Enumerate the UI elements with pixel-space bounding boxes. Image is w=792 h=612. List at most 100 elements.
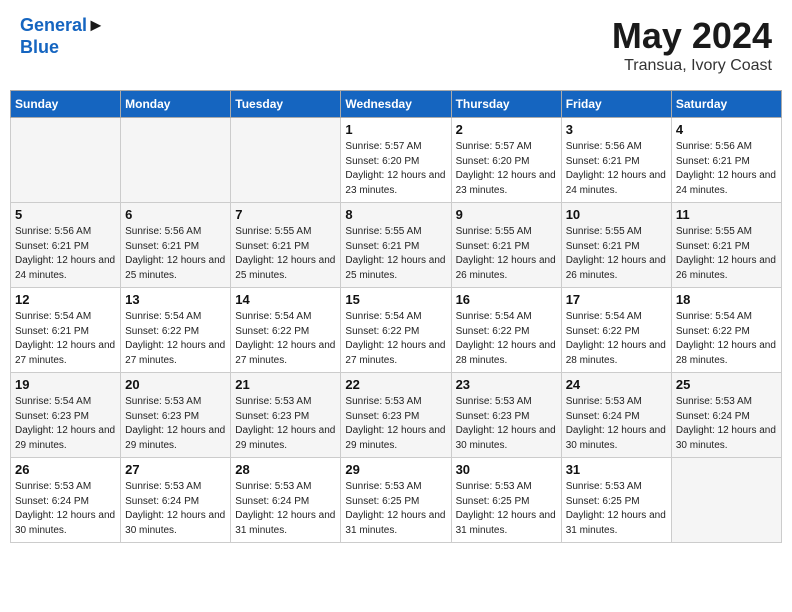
day-info: Sunrise: 5:53 AMSunset: 6:24 PMDaylight:…: [566, 395, 667, 453]
day-number: 31: [566, 462, 667, 477]
calendar-cell: 29 Sunrise: 5:53 AMSunset: 6:25 PMDayligh…: [341, 458, 451, 543]
calendar-cell: 4 Sunrise: 5:56 AMSunset: 6:21 PMDaylight…: [671, 118, 781, 203]
day-number: 24: [566, 377, 667, 392]
calendar-table: SundayMondayTuesdayWednesdayThursdayFrid…: [10, 90, 782, 543]
day-info: Sunrise: 5:54 AMSunset: 6:22 PMDaylight:…: [125, 310, 226, 368]
day-info: Sunrise: 5:56 AMSunset: 6:21 PMDaylight:…: [676, 140, 777, 198]
day-number: 2: [456, 122, 557, 137]
calendar-cell: 8 Sunrise: 5:55 AMSunset: 6:21 PMDaylight…: [341, 203, 451, 288]
calendar-header-row: SundayMondayTuesdayWednesdayThursdayFrid…: [11, 91, 782, 118]
calendar-week-row: 5 Sunrise: 5:56 AMSunset: 6:21 PMDaylight…: [11, 203, 782, 288]
calendar-cell: 12Sunrise: 5:54 AMSunset: 6:21 PMDayligh…: [11, 288, 121, 373]
logo-text: General► Blue: [20, 15, 105, 58]
day-number: 5: [15, 207, 116, 222]
calendar-cell: 6 Sunrise: 5:56 AMSunset: 6:21 PMDaylight…: [121, 203, 231, 288]
calendar-week-row: 12Sunrise: 5:54 AMSunset: 6:21 PMDayligh…: [11, 288, 782, 373]
day-info: Sunrise: 5:55 AMSunset: 6:21 PMDaylight:…: [456, 225, 557, 283]
calendar-cell: 24 Sunrise: 5:53 AMSunset: 6:24 PMDayligh…: [561, 373, 671, 458]
calendar-cell: 1Sunrise: 5:57 AMSunset: 6:20 PMDaylight…: [341, 118, 451, 203]
column-header-monday: Monday: [121, 91, 231, 118]
day-number: 14: [235, 292, 336, 307]
calendar-week-row: 1Sunrise: 5:57 AMSunset: 6:20 PMDaylight…: [11, 118, 782, 203]
day-info: Sunrise: 5:56 AMSunset: 6:21 PMDaylight:…: [566, 140, 667, 198]
calendar-cell: 16 Sunrise: 5:54 AMSunset: 6:22 PMDayligh…: [451, 288, 561, 373]
calendar-cell: 30 Sunrise: 5:53 AMSunset: 6:25 PMDayligh…: [451, 458, 561, 543]
calendar-cell: 10Sunrise: 5:55 AMSunset: 6:21 PMDayligh…: [561, 203, 671, 288]
day-info: Sunrise: 5:53 AMSunset: 6:24 PMDaylight:…: [676, 395, 777, 453]
calendar-cell: 23Sunrise: 5:53 AMSunset: 6:23 PMDayligh…: [451, 373, 561, 458]
calendar-cell: 26 Sunrise: 5:53 AMSunset: 6:24 PMDayligh…: [11, 458, 121, 543]
location-subtitle: Transua, Ivory Coast: [612, 57, 772, 75]
day-number: 6: [125, 207, 226, 222]
day-number: 21: [235, 377, 336, 392]
calendar-cell: 18Sunrise: 5:54 AMSunset: 6:22 PMDayligh…: [671, 288, 781, 373]
day-info: Sunrise: 5:54 AMSunset: 6:22 PMDaylight:…: [456, 310, 557, 368]
day-number: 8: [345, 207, 446, 222]
calendar-cell: [231, 118, 341, 203]
column-header-saturday: Saturday: [671, 91, 781, 118]
calendar-cell: 17 Sunrise: 5:54 AMSunset: 6:22 PMDayligh…: [561, 288, 671, 373]
day-info: Sunrise: 5:57 AMSunset: 6:20 PMDaylight:…: [456, 140, 557, 198]
day-info: Sunrise: 5:55 AMSunset: 6:21 PMDaylight:…: [345, 225, 446, 283]
day-number: 30: [456, 462, 557, 477]
day-number: 17: [566, 292, 667, 307]
calendar-cell: 22 Sunrise: 5:53 AMSunset: 6:23 PMDayligh…: [341, 373, 451, 458]
day-info: Sunrise: 5:53 AMSunset: 6:23 PMDaylight:…: [345, 395, 446, 453]
calendar-cell: [121, 118, 231, 203]
day-number: 16: [456, 292, 557, 307]
day-number: 26: [15, 462, 116, 477]
day-info: Sunrise: 5:55 AMSunset: 6:21 PMDaylight:…: [676, 225, 777, 283]
calendar-week-row: 26 Sunrise: 5:53 AMSunset: 6:24 PMDayligh…: [11, 458, 782, 543]
calendar-cell: 5 Sunrise: 5:56 AMSunset: 6:21 PMDaylight…: [11, 203, 121, 288]
day-number: 13: [125, 292, 226, 307]
month-title: May 2024: [612, 15, 772, 57]
calendar-cell: 11 Sunrise: 5:55 AMSunset: 6:21 PMDayligh…: [671, 203, 781, 288]
day-info: Sunrise: 5:53 AMSunset: 6:24 PMDaylight:…: [235, 480, 336, 538]
day-info: Sunrise: 5:53 AMSunset: 6:23 PMDaylight:…: [235, 395, 336, 453]
calendar-cell: 9 Sunrise: 5:55 AMSunset: 6:21 PMDaylight…: [451, 203, 561, 288]
calendar-cell: 31Sunrise: 5:53 AMSunset: 6:25 PMDayligh…: [561, 458, 671, 543]
day-info: Sunrise: 5:53 AMSunset: 6:25 PMDaylight:…: [456, 480, 557, 538]
day-number: 28: [235, 462, 336, 477]
logo: General► Blue: [20, 15, 105, 58]
day-number: 22: [345, 377, 446, 392]
day-number: 9: [456, 207, 557, 222]
column-header-tuesday: Tuesday: [231, 91, 341, 118]
day-number: 29: [345, 462, 446, 477]
day-number: 20: [125, 377, 226, 392]
calendar-week-row: 19 Sunrise: 5:54 AMSunset: 6:23 PMDayligh…: [11, 373, 782, 458]
calendar-cell: 28 Sunrise: 5:53 AMSunset: 6:24 PMDayligh…: [231, 458, 341, 543]
title-area: May 2024 Transua, Ivory Coast: [612, 15, 772, 75]
calendar-cell: 20Sunrise: 5:53 AMSunset: 6:23 PMDayligh…: [121, 373, 231, 458]
column-header-wednesday: Wednesday: [341, 91, 451, 118]
day-number: 15: [345, 292, 446, 307]
day-number: 11: [676, 207, 777, 222]
calendar-cell: 19 Sunrise: 5:54 AMSunset: 6:23 PMDayligh…: [11, 373, 121, 458]
calendar-cell: 7 Sunrise: 5:55 AMSunset: 6:21 PMDaylight…: [231, 203, 341, 288]
day-info: Sunrise: 5:56 AMSunset: 6:21 PMDaylight:…: [15, 225, 116, 283]
calendar-cell: 25 Sunrise: 5:53 AMSunset: 6:24 PMDayligh…: [671, 373, 781, 458]
calendar-cell: 14 Sunrise: 5:54 AMSunset: 6:22 PMDayligh…: [231, 288, 341, 373]
day-info: Sunrise: 5:53 AMSunset: 6:24 PMDaylight:…: [15, 480, 116, 538]
column-header-friday: Friday: [561, 91, 671, 118]
day-info: Sunrise: 5:54 AMSunset: 6:21 PMDaylight:…: [15, 310, 116, 368]
day-info: Sunrise: 5:54 AMSunset: 6:22 PMDaylight:…: [566, 310, 667, 368]
calendar-cell: 15Sunrise: 5:54 AMSunset: 6:22 PMDayligh…: [341, 288, 451, 373]
column-header-thursday: Thursday: [451, 91, 561, 118]
day-info: Sunrise: 5:54 AMSunset: 6:23 PMDaylight:…: [15, 395, 116, 453]
calendar-cell: 27Sunrise: 5:53 AMSunset: 6:24 PMDayligh…: [121, 458, 231, 543]
day-info: Sunrise: 5:54 AMSunset: 6:22 PMDaylight:…: [235, 310, 336, 368]
day-info: Sunrise: 5:53 AMSunset: 6:23 PMDaylight:…: [456, 395, 557, 453]
day-info: Sunrise: 5:55 AMSunset: 6:21 PMDaylight:…: [235, 225, 336, 283]
day-info: Sunrise: 5:57 AMSunset: 6:20 PMDaylight:…: [345, 140, 446, 198]
day-info: Sunrise: 5:56 AMSunset: 6:21 PMDaylight:…: [125, 225, 226, 283]
day-number: 19: [15, 377, 116, 392]
day-info: Sunrise: 5:53 AMSunset: 6:25 PMDaylight:…: [345, 480, 446, 538]
day-number: 4: [676, 122, 777, 137]
day-number: 7: [235, 207, 336, 222]
page-header: General► Blue May 2024 Transua, Ivory Co…: [10, 10, 782, 80]
calendar-cell: [11, 118, 121, 203]
day-info: Sunrise: 5:53 AMSunset: 6:24 PMDaylight:…: [125, 480, 226, 538]
day-number: 25: [676, 377, 777, 392]
calendar-cell: 3Sunrise: 5:56 AMSunset: 6:21 PMDaylight…: [561, 118, 671, 203]
